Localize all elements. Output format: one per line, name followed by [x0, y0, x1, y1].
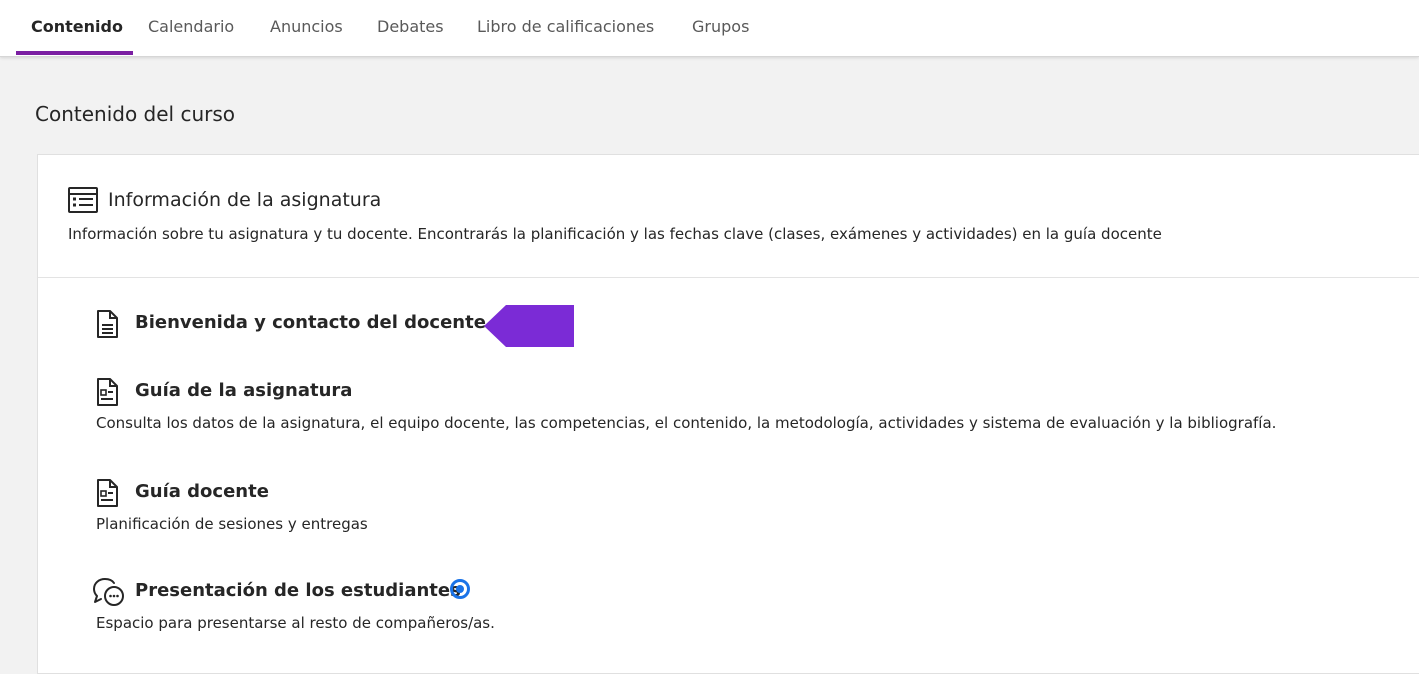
tab-grupos[interactable]: Grupos — [692, 17, 749, 36]
folder-title[interactable]: Información de la asignatura — [108, 189, 381, 211]
document-icon — [96, 310, 118, 342]
tab-calendario[interactable]: Calendario — [148, 17, 234, 36]
course-content-list: Información de la asignatura Información… — [37, 154, 1419, 674]
item-title-bienvenida[interactable]: Bienvenida y contacto del docente — [135, 312, 486, 333]
page-title: Contenido del curso — [35, 102, 236, 126]
course-tab-bar: Contenido Calendario Anuncios Debates Li… — [0, 0, 1419, 57]
item-description: Planificación de sesiones y entregas — [96, 515, 368, 533]
document-icon — [96, 479, 118, 511]
folder-header[interactable]: Información de la asignatura Información… — [38, 155, 1419, 278]
document-icon — [96, 378, 118, 410]
item-description: Espacio para presentarse al resto de com… — [96, 614, 495, 632]
tab-contenido[interactable]: Contenido — [31, 17, 123, 36]
folder-description: Información sobre tu asignatura y tu doc… — [68, 225, 1162, 243]
active-tab-indicator — [16, 51, 133, 55]
tab-debates[interactable]: Debates — [377, 17, 444, 36]
annotation-arrow-icon — [484, 305, 574, 351]
new-activity-badge-icon — [449, 578, 471, 604]
item-title-guia-asignatura[interactable]: Guía de la asignatura — [135, 380, 352, 401]
tab-libro-de-calificaciones[interactable]: Libro de calificaciones — [477, 17, 654, 36]
discussion-icon — [92, 577, 126, 611]
item-title-presentacion[interactable]: Presentación de los estudiantes — [135, 580, 461, 601]
item-description: Consulta los datos de la asignatura, el … — [96, 414, 1277, 432]
item-title-guia-docente[interactable]: Guía docente — [135, 481, 269, 502]
syllabus-icon — [68, 187, 98, 217]
tab-anuncios[interactable]: Anuncios — [270, 17, 343, 36]
